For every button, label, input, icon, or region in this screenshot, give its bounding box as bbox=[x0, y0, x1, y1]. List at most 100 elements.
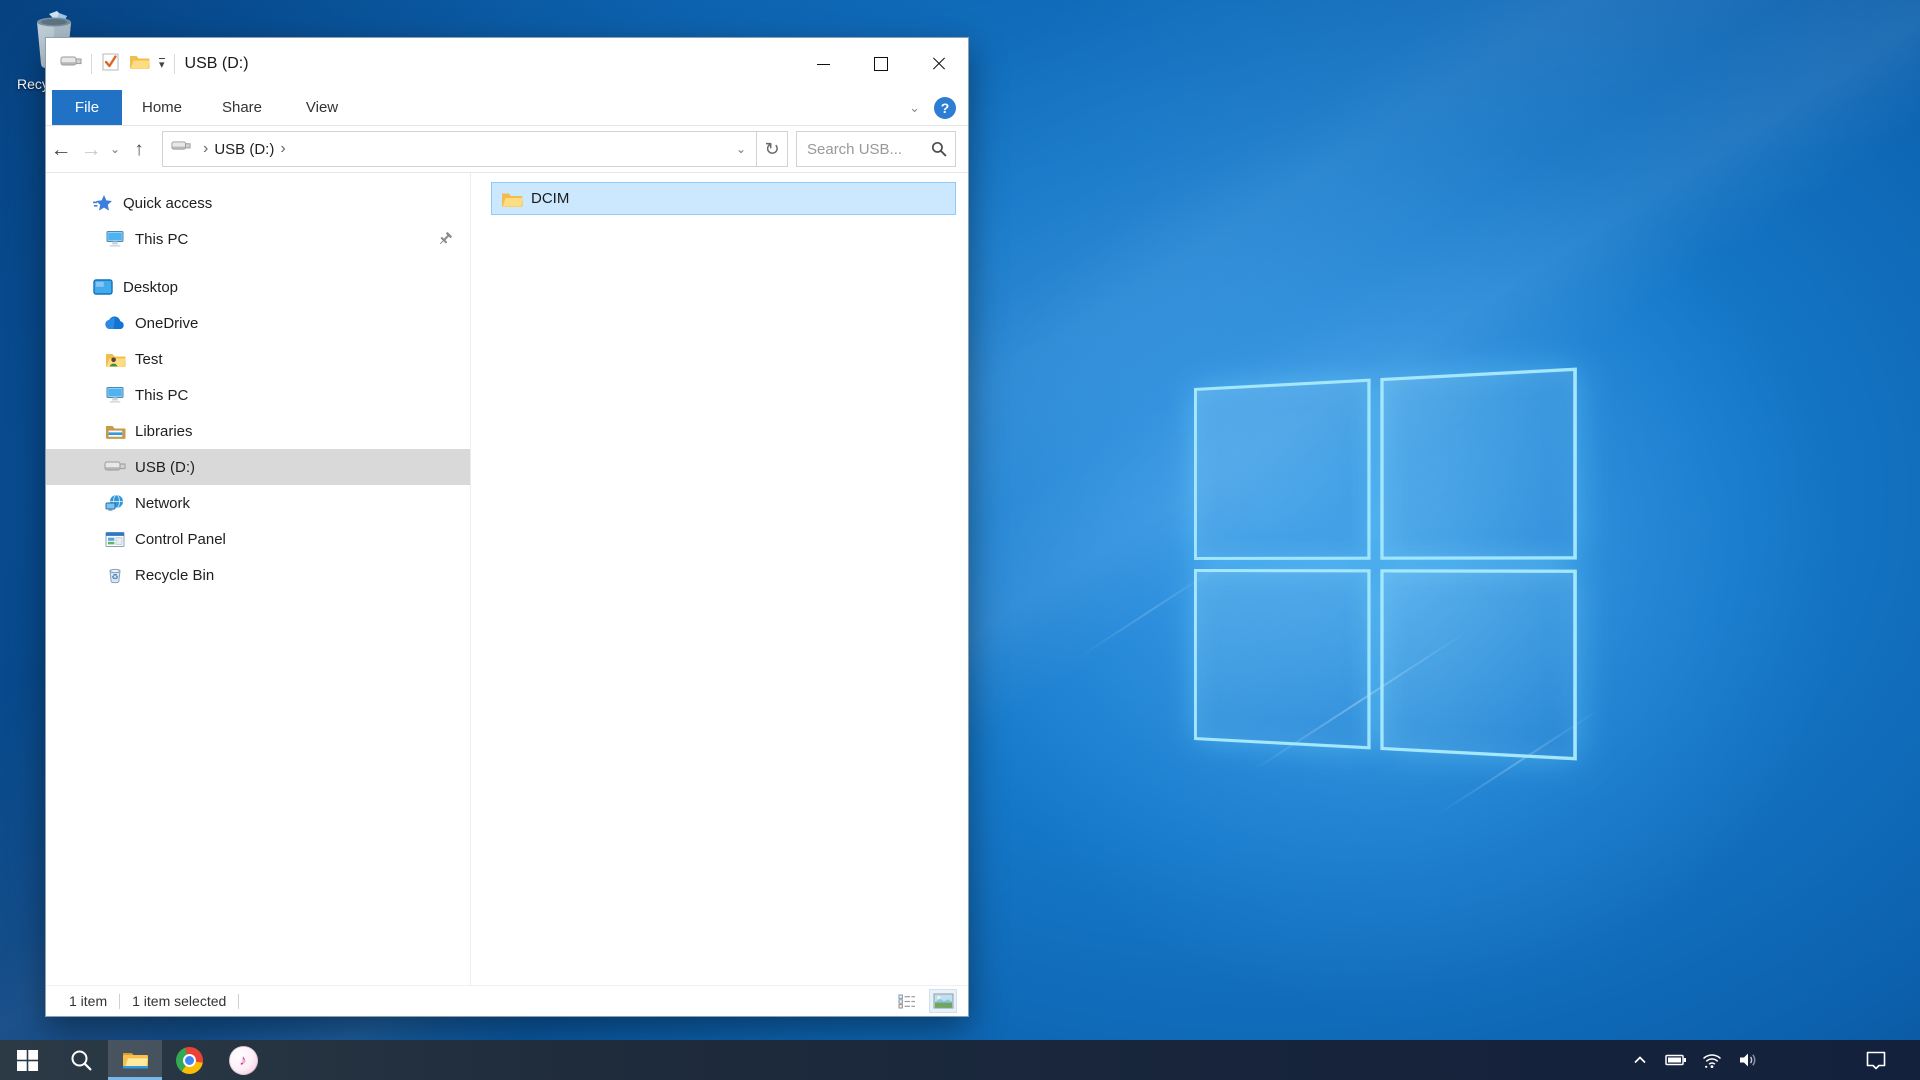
start-button[interactable] bbox=[0, 1040, 54, 1080]
battery-icon bbox=[1664, 1048, 1688, 1072]
thumbnail-view-icon bbox=[933, 993, 954, 1009]
tab-view[interactable]: View bbox=[282, 90, 362, 125]
up-button[interactable]: ↑ bbox=[124, 140, 154, 159]
expand-ribbon-chevron-icon[interactable]: ⌄ bbox=[909, 100, 920, 116]
windows-logo bbox=[1194, 368, 1577, 761]
file-explorer-window: ▾ USB (D:) File Home Share View ⌄ ? ← → bbox=[45, 37, 969, 1017]
tab-share[interactable]: Share bbox=[202, 90, 282, 125]
action-center-button[interactable] bbox=[1858, 1040, 1894, 1080]
address-dropdown-chevron[interactable]: ⌄ bbox=[726, 142, 756, 156]
file-name: DCIM bbox=[531, 190, 569, 207]
sidebar-item-desktop[interactable]: Desktop bbox=[46, 269, 470, 305]
separator bbox=[238, 994, 239, 1009]
back-button[interactable]: ← bbox=[46, 139, 76, 160]
taskbar-search-button[interactable] bbox=[54, 1040, 108, 1080]
sidebar-item-label: Recycle Bin bbox=[135, 567, 214, 584]
search-input[interactable] bbox=[797, 141, 931, 158]
details-view-button[interactable] bbox=[894, 990, 920, 1012]
properties-check-icon[interactable] bbox=[101, 52, 120, 77]
wifi-icon bbox=[1700, 1048, 1724, 1072]
windows-logo-pane bbox=[1194, 569, 1370, 750]
sidebar-item-label: Network bbox=[135, 495, 190, 512]
usb-drive-icon bbox=[104, 460, 126, 474]
itunes-icon: ♪ bbox=[229, 1046, 258, 1075]
tray-show-hidden-icons-button[interactable] bbox=[1622, 1040, 1658, 1080]
separator bbox=[119, 994, 120, 1009]
files-pane[interactable]: DCIM bbox=[471, 173, 968, 985]
title-bar[interactable]: ▾ USB (D:) bbox=[46, 38, 968, 90]
sidebar-item-label: OneDrive bbox=[135, 315, 198, 332]
sidebar-item-label: Control Panel bbox=[135, 531, 226, 548]
navigation-pane: Quick access This PC bbox=[46, 173, 471, 985]
sidebar-item-test[interactable]: Test bbox=[46, 341, 470, 377]
details-view-icon bbox=[898, 994, 916, 1009]
breadcrumb-chevron[interactable]: › bbox=[274, 140, 291, 158]
navigation-bar: ← → ⌄ ↑ › USB (D:) › ⌄ ↻ bbox=[46, 126, 968, 173]
separator bbox=[174, 54, 175, 74]
search-icon bbox=[70, 1049, 93, 1072]
taskbar-itunes-button[interactable]: ♪ bbox=[216, 1040, 270, 1080]
tray-volume-button[interactable] bbox=[1730, 1040, 1766, 1080]
sidebar-item-libraries[interactable]: Libraries bbox=[46, 413, 470, 449]
desktop: ♻ Recycle Bin bbox=[0, 0, 1920, 1080]
taskbar-file-explorer-button[interactable] bbox=[108, 1040, 162, 1080]
pin-icon bbox=[436, 230, 454, 252]
sidebar-item-control-panel[interactable]: Control Panel bbox=[46, 521, 470, 557]
control-panel-icon bbox=[104, 531, 126, 548]
refresh-button[interactable]: ↻ bbox=[757, 131, 788, 167]
qat-customize-chevron-icon[interactable]: ▾ bbox=[159, 58, 165, 70]
sidebar-item-quick-access[interactable]: Quick access bbox=[46, 185, 470, 221]
search-icon[interactable] bbox=[931, 141, 947, 157]
sidebar-item-usb-d[interactable]: USB (D:) bbox=[46, 449, 470, 485]
folder-icon bbox=[501, 190, 523, 208]
sidebar-item-label: This PC bbox=[135, 231, 188, 248]
window-title: USB (D:) bbox=[185, 55, 249, 73]
selection-count: 1 item selected bbox=[132, 993, 226, 1009]
tab-file[interactable]: File bbox=[52, 90, 122, 125]
close-button[interactable] bbox=[910, 38, 968, 90]
separator bbox=[91, 54, 92, 74]
tray-battery-button[interactable] bbox=[1658, 1040, 1694, 1080]
action-center-icon bbox=[1863, 1047, 1889, 1073]
minimize-button[interactable] bbox=[794, 38, 852, 90]
address-bar[interactable]: › USB (D:) › ⌄ bbox=[162, 131, 757, 167]
sidebar-item-label: Desktop bbox=[123, 279, 178, 296]
network-icon bbox=[104, 494, 126, 512]
sidebar-item-label: This PC bbox=[135, 387, 188, 404]
quick-access-toolbar: ▾ bbox=[46, 52, 175, 77]
sidebar-item-this-pc-pinned[interactable]: This PC bbox=[46, 221, 470, 257]
drive-icon bbox=[60, 55, 82, 74]
chrome-icon bbox=[176, 1047, 203, 1074]
system-tray bbox=[1622, 1040, 1920, 1080]
caption-buttons bbox=[794, 38, 968, 90]
file-explorer-icon bbox=[122, 1049, 149, 1071]
tab-home[interactable]: Home bbox=[122, 90, 202, 125]
taskbar-chrome-button[interactable] bbox=[162, 1040, 216, 1080]
sidebar-item-network[interactable]: Network bbox=[46, 485, 470, 521]
forward-button[interactable]: → bbox=[76, 139, 106, 160]
large-icons-view-button[interactable] bbox=[930, 990, 956, 1012]
close-icon bbox=[932, 57, 946, 71]
sidebar-item-onedrive[interactable]: OneDrive bbox=[46, 305, 470, 341]
speaker-icon bbox=[1736, 1048, 1760, 1072]
user-folder-icon bbox=[104, 351, 126, 368]
tray-wifi-button[interactable] bbox=[1694, 1040, 1730, 1080]
sidebar-item-label: Libraries bbox=[135, 423, 193, 440]
windows-logo-pane bbox=[1380, 368, 1577, 560]
maximize-button[interactable] bbox=[852, 38, 910, 90]
sidebar-item-recycle-bin[interactable]: ♻ Recycle Bin bbox=[46, 557, 470, 593]
breadcrumb-item[interactable]: USB (D:) bbox=[214, 141, 274, 158]
windows-start-icon bbox=[17, 1050, 38, 1071]
recycle-bin-icon: ♻ bbox=[104, 566, 126, 584]
minimize-icon bbox=[817, 64, 830, 65]
address-drive-icon bbox=[171, 140, 191, 158]
sidebar-item-label: Test bbox=[135, 351, 163, 368]
recent-locations-chevron[interactable]: ⌄ bbox=[106, 142, 124, 156]
help-button[interactable]: ? bbox=[934, 97, 956, 119]
search-box[interactable] bbox=[796, 131, 956, 167]
file-item-dcim[interactable]: DCIM bbox=[491, 182, 956, 215]
onedrive-cloud-icon bbox=[104, 316, 126, 330]
breadcrumb-chevron[interactable]: › bbox=[197, 140, 214, 158]
new-folder-icon[interactable] bbox=[129, 53, 150, 75]
sidebar-item-this-pc[interactable]: This PC bbox=[46, 377, 470, 413]
